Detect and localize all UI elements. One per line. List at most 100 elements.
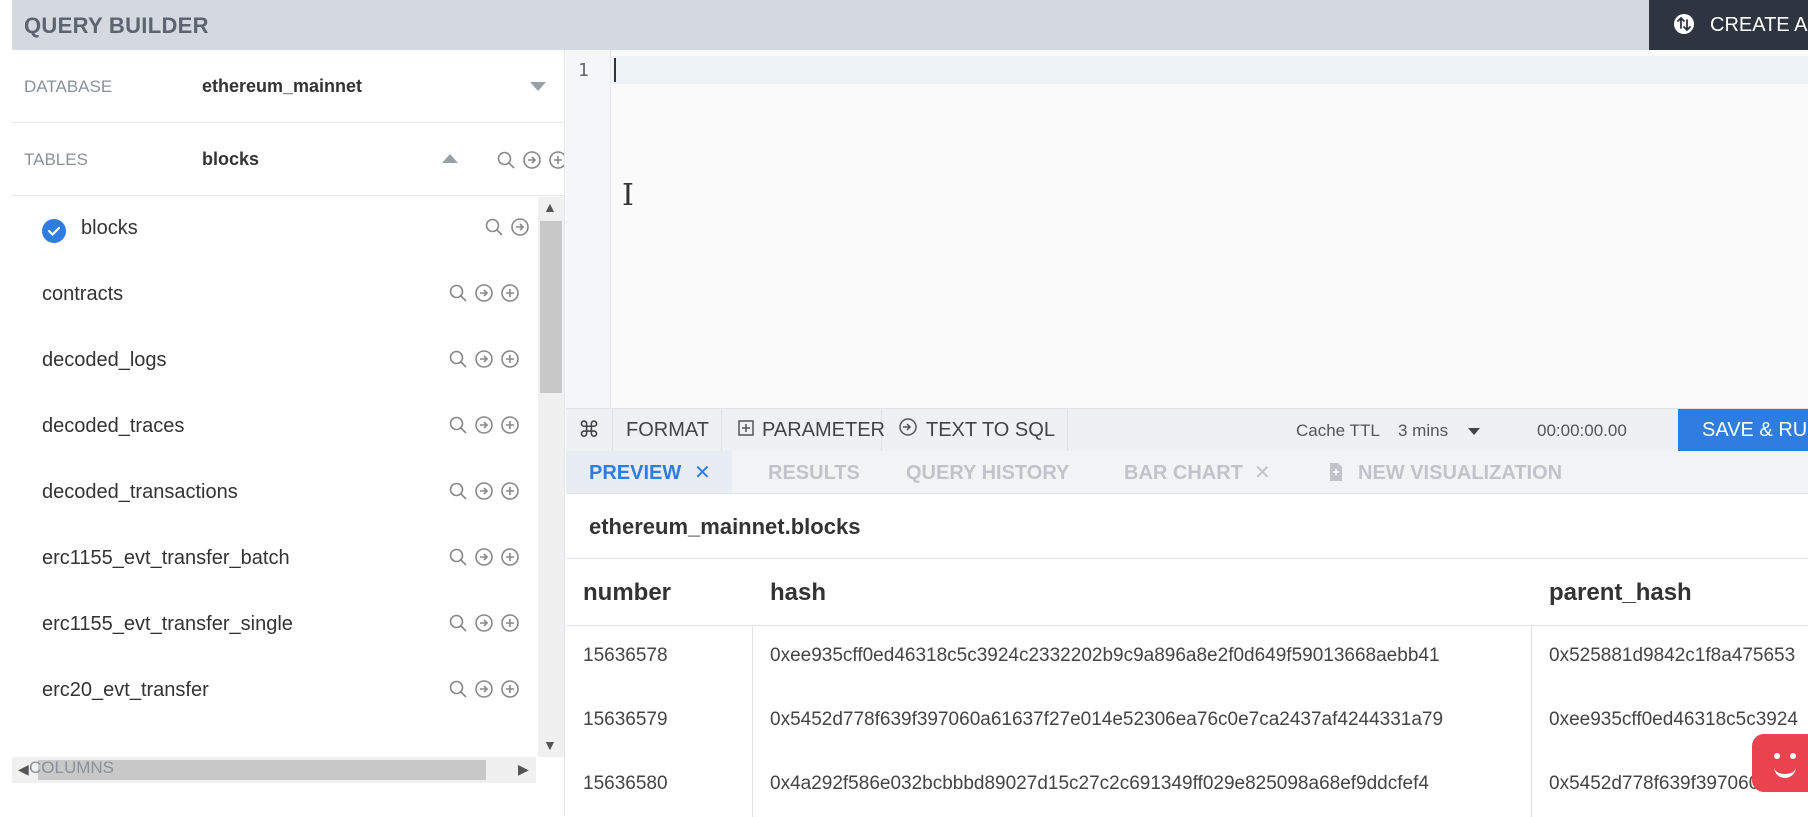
table-item-label: decoded_transactions <box>42 481 238 503</box>
table-header-row: number hash parent_hash <box>566 559 1808 626</box>
schema-panel: DATABASE ethereum_mainnet TABLES blocks … <box>12 50 565 816</box>
search-icon[interactable] <box>448 349 468 369</box>
cell-hash: 0x5452d778f639f397060a61637f27e014e52306… <box>770 709 1444 730</box>
table-item-actions <box>448 415 520 435</box>
save-and-run-label: SAVE & RUN <box>1702 419 1808 441</box>
check-icon <box>42 219 66 243</box>
scroll-right-icon[interactable]: ▶ <box>518 761 529 778</box>
plus-circle-icon[interactable] <box>548 150 564 170</box>
table-list: blocks contracts decoded_logs decoded_tr… <box>12 197 536 757</box>
caret-down-icon[interactable] <box>1468 428 1480 435</box>
scroll-up-icon[interactable]: ▲ <box>543 199 557 215</box>
save-and-run-button[interactable]: SAVE & RUN <box>1678 409 1808 451</box>
search-icon[interactable] <box>484 217 504 237</box>
tables-selector[interactable]: TABLES blocks <box>12 123 564 196</box>
search-icon[interactable] <box>448 415 468 435</box>
cell-hash: 0x4a292f586e032bcbbbd89027d15c27c2c69134… <box>770 773 1429 794</box>
shortcuts-button[interactable]: ⌘ <box>566 409 613 451</box>
table-row: 15636579 0x5452d778f639f397060a61637f27e… <box>566 689 1808 753</box>
cell-parent-hash: 0xee935cff0ed46318c5c3924 <box>1549 709 1798 730</box>
tab-preview[interactable]: PREVIEW <box>589 462 681 485</box>
cache-ttl-select[interactable]: 3 mins <box>1398 421 1448 441</box>
search-icon[interactable] <box>448 679 468 699</box>
scrollbar-thumb[interactable] <box>540 221 562 393</box>
arrow-right-circle-icon[interactable] <box>510 217 530 237</box>
chevron-down-icon[interactable] <box>530 82 546 91</box>
search-icon[interactable] <box>448 283 468 303</box>
i-beam-cursor-icon: I <box>622 178 634 213</box>
arrow-right-circle-icon[interactable] <box>474 481 494 501</box>
parameter-button[interactable]: PARAMETER <box>722 409 885 451</box>
table-list-vertical-scrollbar[interactable]: ▲ ▼ <box>538 197 564 757</box>
column-header-number[interactable]: number <box>583 579 671 607</box>
plus-circle-icon[interactable] <box>500 613 520 633</box>
plus-circle-icon[interactable] <box>500 481 520 501</box>
search-icon[interactable] <box>496 150 516 170</box>
table-item-decoded-logs[interactable]: decoded_logs <box>12 329 536 395</box>
format-button[interactable]: FORMAT <box>612 409 722 451</box>
plus-circle-icon[interactable] <box>500 547 520 567</box>
table-item-contracts[interactable]: contracts <box>12 263 536 329</box>
top-bar: QUERY BUILDER <box>12 0 1808 50</box>
arrow-right-circle-icon[interactable] <box>474 613 494 633</box>
sql-editor[interactable]: 1 I <box>566 50 1808 408</box>
tab-bar-chart[interactable]: BAR CHART <box>1124 462 1243 485</box>
cell-parent-hash: 0x525881d9842c1f8a475653 <box>1549 645 1796 666</box>
column-header-parent-hash[interactable]: parent_hash <box>1549 579 1692 607</box>
text-caret <box>614 58 616 82</box>
chevron-up-icon[interactable] <box>442 154 458 163</box>
text-to-sql-button[interactable]: TEXT TO SQL <box>882 409 1068 451</box>
arrow-right-circle-icon[interactable] <box>474 679 494 699</box>
table-item-blocks[interactable]: blocks <box>12 197 536 263</box>
command-icon: ⌘ <box>578 417 600 442</box>
active-line <box>612 56 1808 84</box>
database-value: ethereum_mainnet <box>202 76 363 96</box>
bot-eye-icon <box>1790 753 1796 759</box>
table-item-decoded-transactions[interactable]: decoded_transactions <box>12 461 536 527</box>
plus-circle-icon[interactable] <box>500 283 520 303</box>
cell-number: 15636578 <box>583 645 668 666</box>
arrow-right-circle-icon[interactable] <box>474 547 494 567</box>
tables-value: blocks <box>202 149 260 169</box>
preview-title: ethereum_mainnet.blocks <box>589 514 861 539</box>
scroll-left-icon[interactable]: ◀ <box>18 761 29 778</box>
close-icon[interactable]: ✕ <box>694 460 711 485</box>
arrow-right-circle-icon[interactable] <box>474 349 494 369</box>
table-item-label: erc1155_evt_transfer_single <box>42 613 293 635</box>
database-label: DATABASE <box>24 77 113 96</box>
plus-circle-icon[interactable] <box>500 415 520 435</box>
tab-query-history[interactable]: QUERY HISTORY <box>906 462 1069 485</box>
plus-circle-icon[interactable] <box>500 349 520 369</box>
table-item-actions <box>448 613 520 633</box>
tables-label: TABLES <box>24 150 88 169</box>
cell-number: 15636579 <box>583 709 668 730</box>
editor-gutter: 1 <box>566 50 611 408</box>
plus-square-icon <box>738 419 754 442</box>
tab-results[interactable]: RESULTS <box>768 462 860 485</box>
table-item-label: decoded_logs <box>42 349 167 371</box>
table-item-erc20-evt-transfer[interactable]: erc20_evt_transfer <box>12 659 536 725</box>
table-item-label: decoded_traces <box>42 415 185 437</box>
plus-circle-icon[interactable] <box>500 679 520 699</box>
table-item-actions <box>448 679 520 699</box>
table-item-decoded-traces[interactable]: decoded_traces <box>12 395 536 461</box>
tab-new-visualization[interactable]: NEW VISUALIZATION <box>1358 462 1562 485</box>
create-api-button[interactable]: CREATE AI <box>1649 0 1808 50</box>
table-item-erc1155-evt-transfer-single[interactable]: erc1155_evt_transfer_single <box>12 593 536 659</box>
search-icon[interactable] <box>448 547 468 567</box>
sign-in-icon <box>898 417 918 443</box>
search-icon[interactable] <box>448 613 468 633</box>
table-row: 15636578 0xee935cff0ed46318c5c3924c23322… <box>566 625 1808 689</box>
table-item-erc1155-evt-transfer-batch[interactable]: erc1155_evt_transfer_batch <box>12 527 536 593</box>
search-icon[interactable] <box>448 481 468 501</box>
arrow-right-circle-icon[interactable] <box>474 283 494 303</box>
table-item-actions <box>448 349 520 369</box>
database-selector[interactable]: DATABASE ethereum_mainnet <box>12 50 564 123</box>
close-icon[interactable]: ✕ <box>1254 460 1271 485</box>
app-title: QUERY BUILDER <box>24 13 209 38</box>
column-header-hash[interactable]: hash <box>770 579 826 607</box>
chat-assistant-button[interactable] <box>1752 734 1808 792</box>
scroll-down-icon[interactable]: ▼ <box>543 737 557 753</box>
arrow-right-circle-icon[interactable] <box>474 415 494 435</box>
arrow-right-circle-icon[interactable] <box>522 150 542 170</box>
